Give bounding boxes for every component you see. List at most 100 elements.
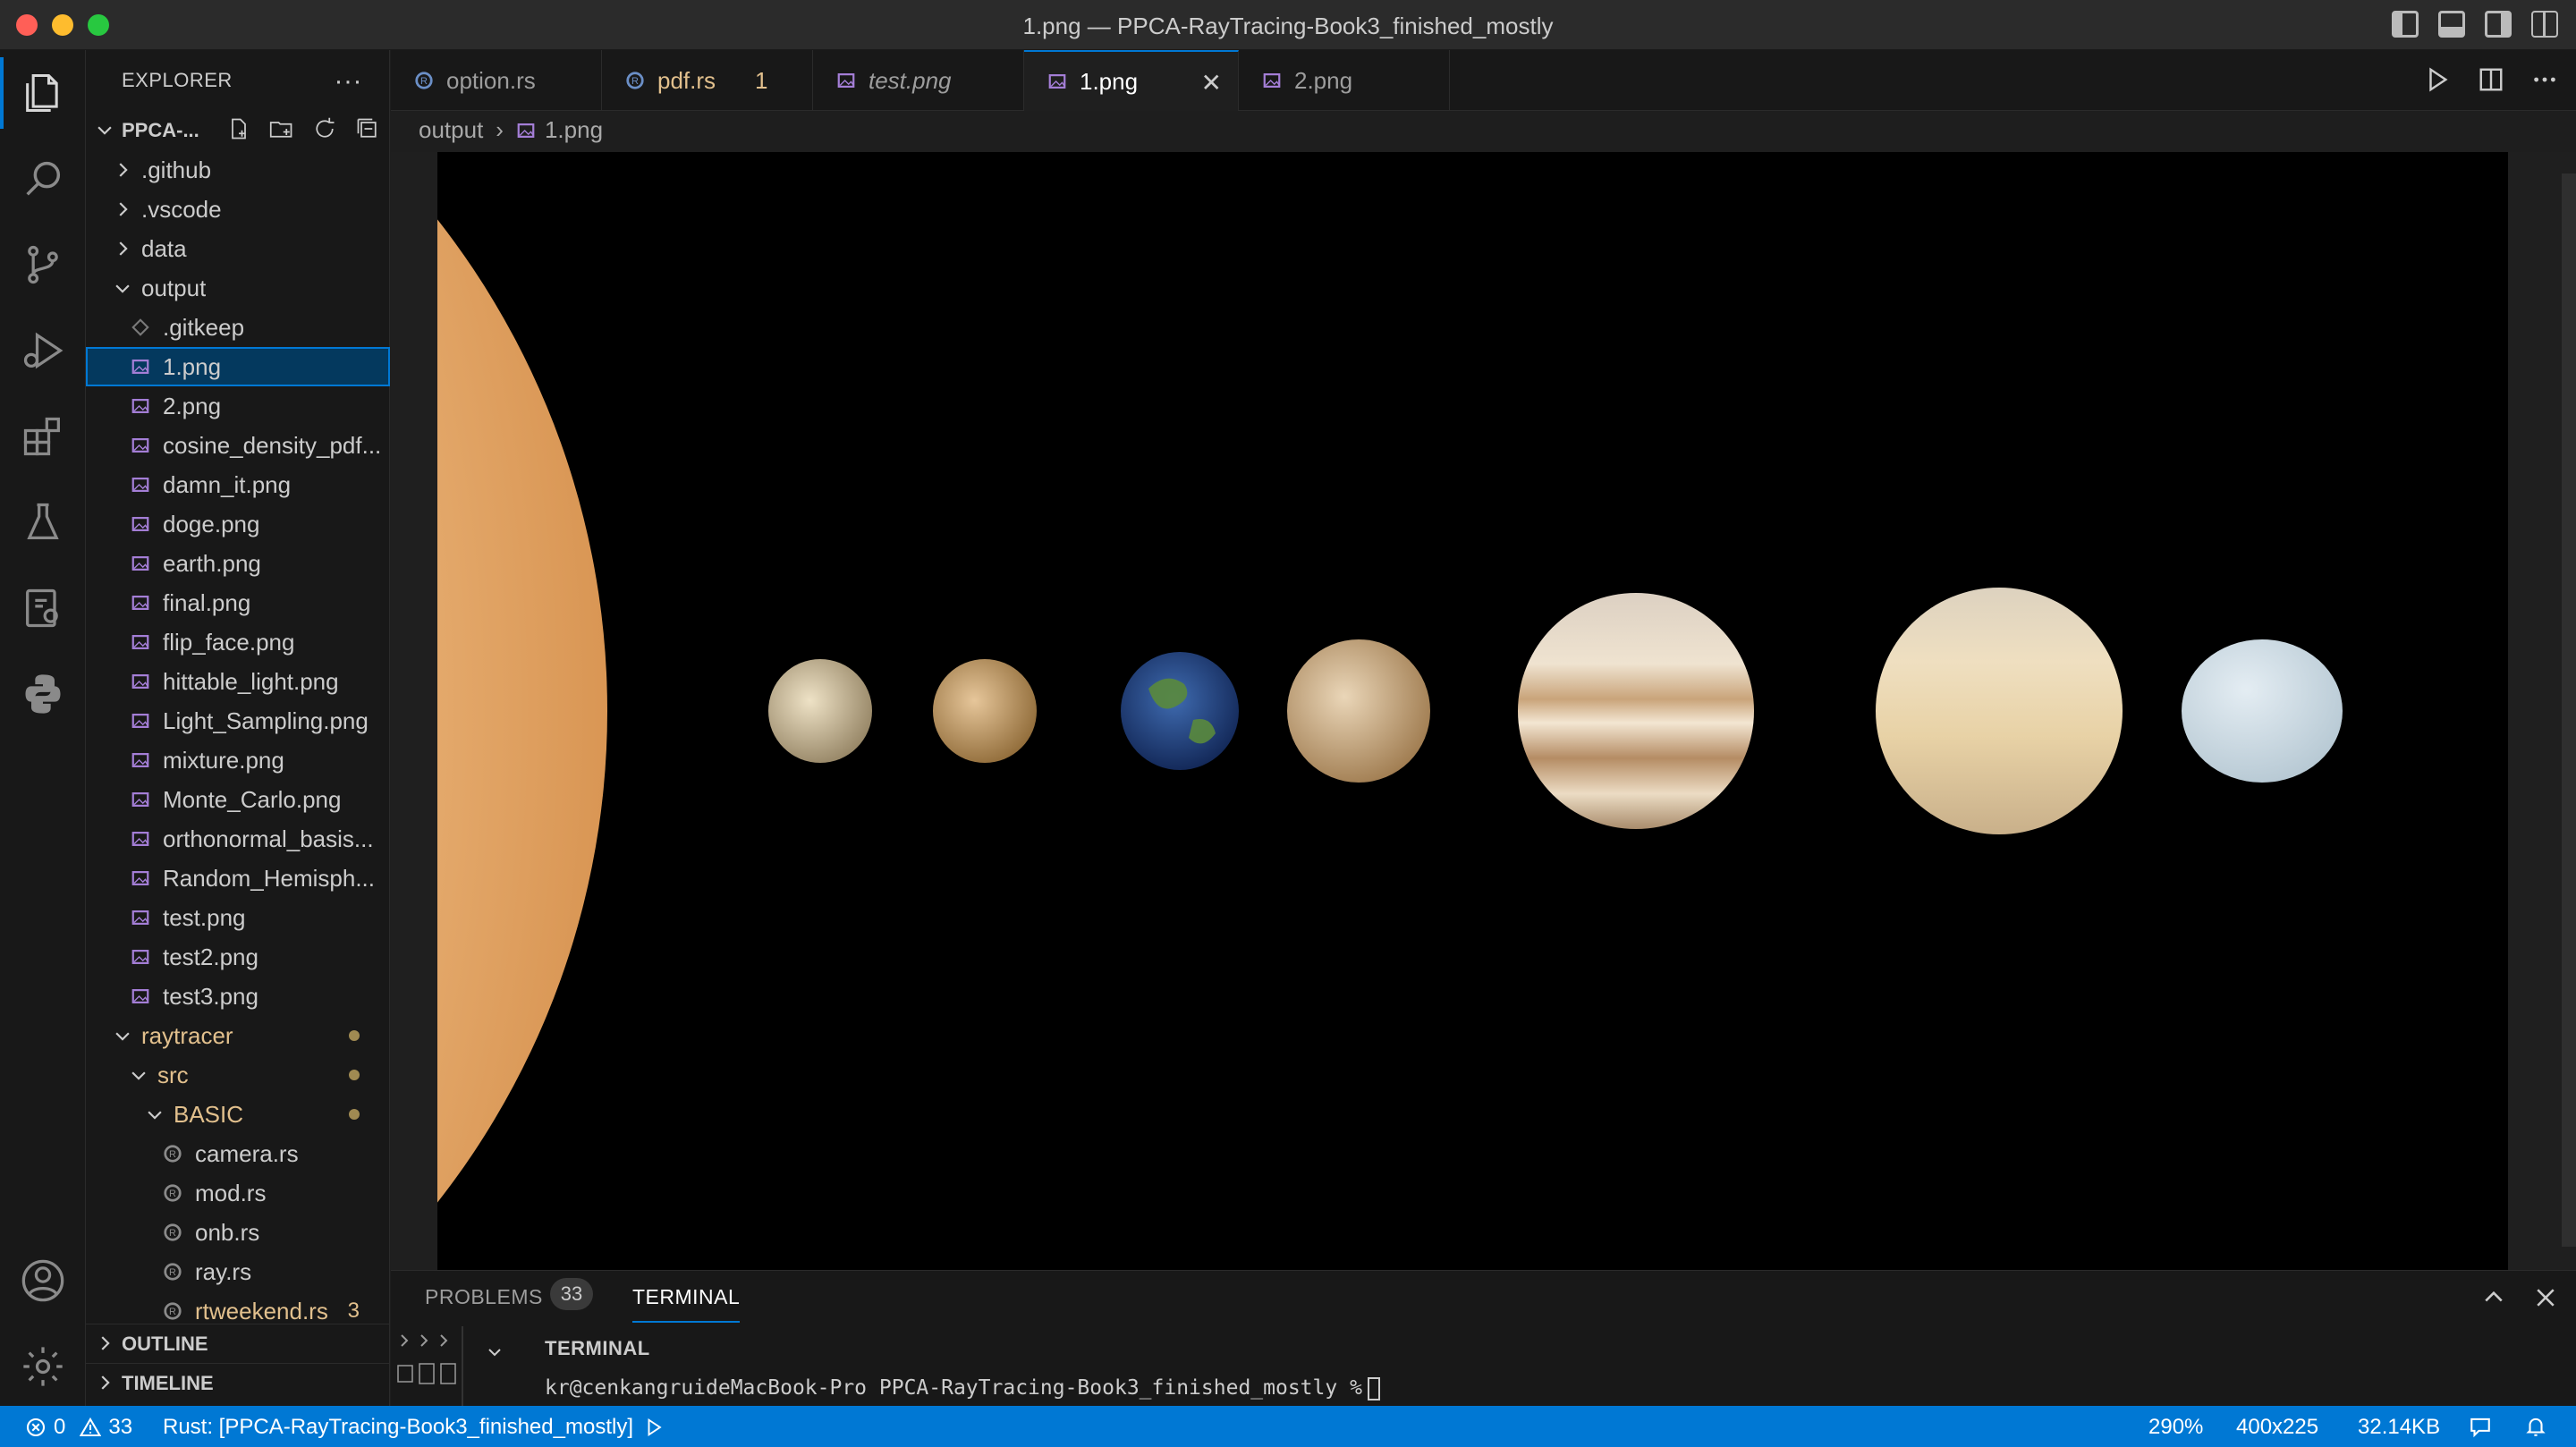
file-final-png[interactable]: final.png	[86, 583, 390, 622]
maximize-panel-icon[interactable]	[2481, 1285, 2506, 1310]
file-mixture-png[interactable]: mixture.png	[86, 740, 390, 780]
rust-icon: R	[164, 1145, 182, 1163]
rust-icon: R	[415, 72, 433, 89]
toggle-primary-sidebar-icon[interactable]	[2392, 11, 2419, 38]
file-test3-png[interactable]: test3.png	[86, 977, 390, 1016]
outline-section[interactable]: OUTLINE	[86, 1324, 390, 1363]
image-dimensions: 400x225	[2236, 1415, 2319, 1439]
refresh-icon[interactable]	[312, 116, 337, 141]
tree-item-label: raytracer	[141, 1021, 233, 1049]
tab-label: test.png	[869, 66, 952, 94]
image-icon	[131, 438, 149, 453]
search-icon[interactable]	[0, 136, 86, 222]
file-2-png[interactable]: 2.png	[86, 386, 390, 426]
chevron-down-icon	[115, 1032, 130, 1041]
file-1-png[interactable]: 1.png	[86, 347, 390, 386]
editor-tab-bar: R option.rs R pdf.rs 1 test.png 1.png ✕ …	[391, 50, 2576, 111]
file-test2-png[interactable]: test2.png	[86, 937, 390, 977]
terminal-icon	[397, 1365, 413, 1383]
tree-item-label: test.png	[163, 903, 246, 931]
tree-item-label: 1.png	[163, 352, 222, 380]
collapse-all-icon[interactable]	[355, 116, 380, 141]
file-hittable-light-png[interactable]: hittable_light.png	[86, 662, 390, 701]
testing-icon[interactable]	[0, 479, 86, 565]
tab-1-png[interactable]: 1.png ✕	[1024, 50, 1239, 111]
folder-raytracer[interactable]: raytracer	[86, 1016, 390, 1055]
terminal-section-header[interactable]: TERMINAL	[545, 1337, 650, 1360]
file-cosine-density-pdf[interactable]: cosine_density_pdf...	[86, 426, 390, 465]
zoom-level[interactable]: 290%	[2148, 1415, 2203, 1440]
file-flip-face-png[interactable]: flip_face.png	[86, 622, 390, 662]
vertical-scrollbar[interactable]	[2562, 173, 2576, 1247]
svg-text:R: R	[420, 76, 428, 87]
tab-label: pdf.rs	[657, 66, 716, 94]
tab-option-rs[interactable]: R option.rs	[391, 50, 602, 111]
file-random-hemisph[interactable]: Random_Hemisph...	[86, 859, 390, 898]
tab-test-png[interactable]: test.png	[813, 50, 1024, 111]
tree-item-label: mixture.png	[163, 746, 284, 774]
remote-explorer-icon[interactable]	[0, 565, 86, 651]
file-earth-png[interactable]: earth.png	[86, 544, 390, 583]
tree-item-label: .vscode	[141, 195, 222, 223]
folder-output[interactable]: output	[86, 268, 390, 308]
project-root[interactable]: PPCA-...	[86, 111, 389, 150]
split-editor-icon[interactable]	[2478, 66, 2504, 93]
file-gitkeep[interactable]: .gitkeep	[86, 308, 390, 347]
breadcrumb-folder[interactable]: output	[419, 116, 483, 144]
image-icon	[131, 950, 149, 964]
folder-data[interactable]: data	[86, 229, 390, 268]
image-preview-area	[391, 152, 2576, 1270]
file-test-png[interactable]: test.png	[86, 898, 390, 937]
run-debug-icon[interactable]	[0, 308, 86, 393]
file-monte-carlo-png[interactable]: Monte_Carlo.png	[86, 780, 390, 819]
settings-gear-icon[interactable]	[0, 1324, 86, 1409]
rust-analyzer-status[interactable]: Rust: [PPCA-RayTracing-Book3_finished_mo…	[163, 1415, 664, 1440]
folder-github[interactable]: .github	[86, 150, 390, 190]
explorer-icon[interactable]	[0, 50, 86, 136]
tree-item-label: .gitkeep	[163, 313, 245, 341]
tree-item-label: doge.png	[163, 510, 260, 537]
file-mod-rs[interactable]: Rmod.rs	[86, 1173, 390, 1213]
accounts-icon[interactable]	[0, 1238, 86, 1324]
image-icon	[837, 73, 855, 88]
new-file-icon[interactable]	[226, 116, 251, 141]
new-folder-icon[interactable]	[269, 116, 294, 141]
file-ray-rs[interactable]: Rray.rs	[86, 1252, 390, 1291]
terminal-cursor	[1367, 1376, 1380, 1400]
git-file-icon	[131, 318, 149, 336]
folder-basic[interactable]: BASIC	[86, 1095, 390, 1134]
tab-terminal[interactable]: TERMINAL	[632, 1285, 741, 1323]
close-panel-icon[interactable]	[2533, 1285, 2558, 1310]
file-camera-rs[interactable]: Rcamera.rs	[86, 1134, 390, 1173]
feedback-icon[interactable]	[2469, 1415, 2492, 1438]
image-icon	[131, 674, 149, 689]
problems-status[interactable]: 0 33	[25, 1415, 132, 1440]
more-actions-icon[interactable]	[2531, 66, 2558, 93]
file-onb-rs[interactable]: Ronb.rs	[86, 1213, 390, 1252]
close-tab-icon[interactable]: ✕	[1201, 68, 1222, 97]
tab-2-png[interactable]: 2.png	[1239, 50, 1450, 111]
timeline-section[interactable]: TIMELINE	[86, 1363, 390, 1402]
rendered-image[interactable]	[437, 152, 2508, 1270]
file-damn-it-png[interactable]: damn_it.png	[86, 465, 390, 504]
tab-pdf-rs[interactable]: R pdf.rs 1	[602, 50, 813, 111]
toggle-panel-icon[interactable]	[2438, 11, 2465, 38]
more-actions-icon[interactable]: ···	[335, 66, 362, 97]
folder-vscode[interactable]: .vscode	[86, 190, 390, 229]
error-icon	[26, 1417, 46, 1437]
customize-layout-icon[interactable]	[2531, 11, 2558, 38]
terminal-output[interactable]: kr@cenkangruideMacBook-Pro PPCA-RayTraci…	[545, 1376, 1380, 1400]
file-light-sampling-png[interactable]: Light_Sampling.png	[86, 701, 390, 740]
folder-src[interactable]: src	[86, 1055, 390, 1095]
file-doge-png[interactable]: doge.png	[86, 504, 390, 544]
toggle-secondary-sidebar-icon[interactable]	[2485, 11, 2512, 38]
tab-problems[interactable]: PROBLEMS	[425, 1285, 543, 1309]
source-control-icon[interactable]	[0, 222, 86, 308]
notifications-bell-icon[interactable]	[2524, 1415, 2547, 1438]
extensions-icon[interactable]	[0, 393, 86, 479]
python-icon[interactable]	[0, 651, 86, 737]
run-icon[interactable]	[2424, 66, 2451, 93]
file-orthonormal-basis[interactable]: orthonormal_basis...	[86, 819, 390, 859]
breadcrumb-file[interactable]: 1.png	[545, 116, 603, 144]
tree-item-label: mod.rs	[195, 1179, 267, 1206]
